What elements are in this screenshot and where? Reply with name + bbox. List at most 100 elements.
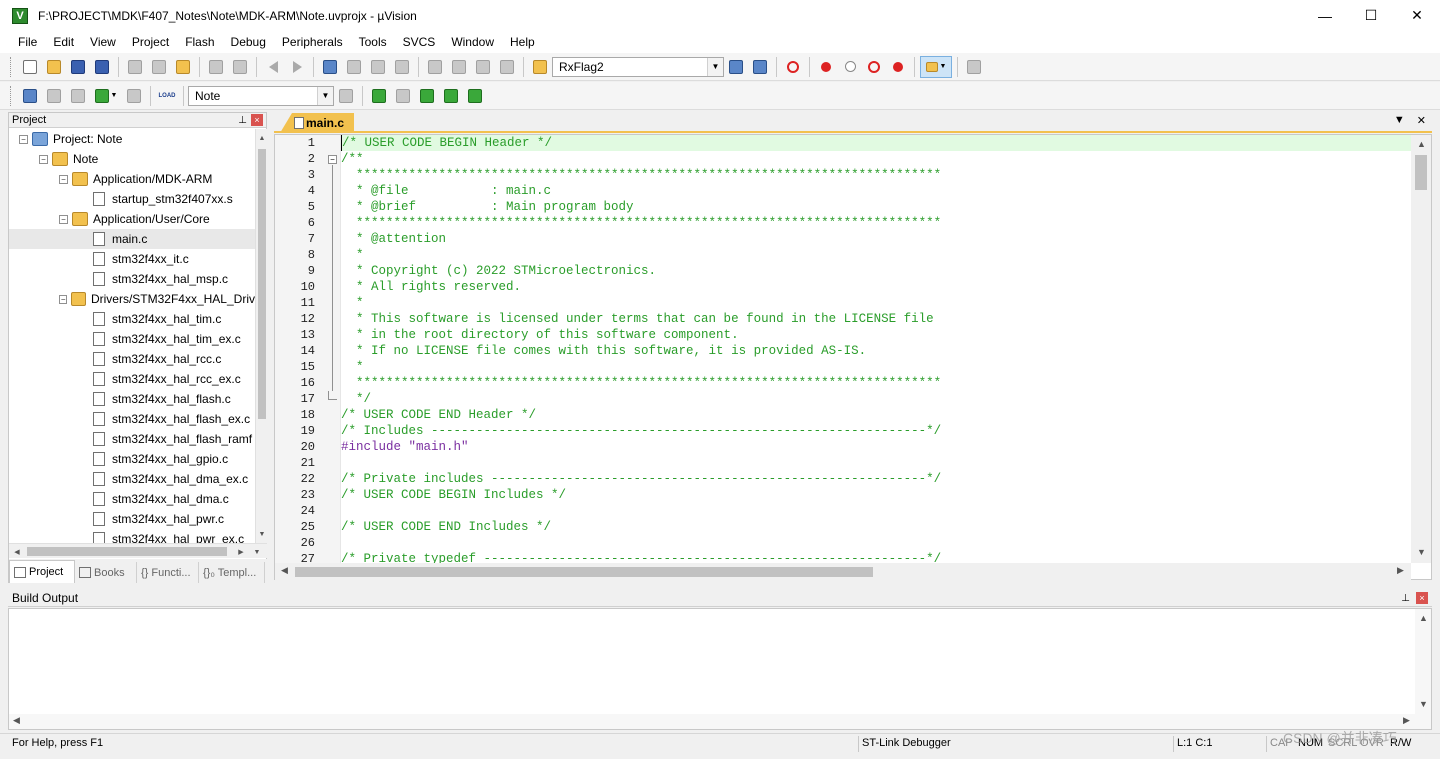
code-line[interactable]: /* USER CODE END Includes */ — [341, 519, 1411, 535]
editor-horizontal-scrollbar[interactable]: ◀ ▶ — [275, 563, 1411, 580]
build-icon[interactable] — [43, 85, 65, 107]
find-combo[interactable]: RxFlag2 ▼ — [552, 56, 724, 77]
chevron-down-icon[interactable]: ▼ — [317, 86, 333, 105]
tree-vertical-scrollbar[interactable]: ▲ ▼ — [255, 129, 267, 543]
tree-item[interactable]: stm32f4xx_hal_rcc_ex.c — [9, 369, 255, 389]
code-line[interactable]: /** — [341, 151, 1411, 167]
save-all-icon[interactable] — [91, 56, 113, 78]
tree-item[interactable]: − Project: Note — [9, 129, 255, 149]
next-bookmark-icon[interactable] — [367, 56, 389, 78]
menu-edit[interactable]: Edit — [45, 35, 82, 49]
code-line[interactable]: * All rights reserved. — [341, 279, 1411, 295]
close-button[interactable]: ✕ — [1394, 0, 1440, 31]
scroll-down-icon[interactable]: ▼ — [256, 527, 268, 541]
editor-vertical-scrollbar[interactable]: ▲ ▼ — [1411, 135, 1431, 563]
tree-item[interactable]: stm32f4xx_hal_rcc.c — [9, 349, 255, 369]
tree-item[interactable]: − Application/User/Core — [9, 209, 255, 229]
code-line[interactable]: * @attention — [341, 231, 1411, 247]
menu-flash[interactable]: Flash — [177, 35, 222, 49]
menu-peripherals[interactable]: Peripherals — [274, 35, 351, 49]
tab-templates[interactable]: {}₀ Templ... — [199, 562, 265, 583]
tree-item[interactable]: stm32f4xx_hal_pwr.c — [9, 509, 255, 529]
target-combo[interactable]: Note ▼ — [188, 85, 334, 106]
collapse-icon[interactable]: − — [39, 154, 48, 164]
code-line[interactable] — [341, 535, 1411, 551]
scroll-thumb[interactable] — [295, 567, 873, 577]
undo-icon[interactable] — [205, 56, 227, 78]
collapse-icon[interactable]: − — [59, 174, 68, 184]
code-line[interactable] — [341, 455, 1411, 471]
tree-item[interactable]: stm32f4xx_hal_dma_ex.c — [9, 469, 255, 489]
scroll-up-icon[interactable]: ▲ — [1417, 139, 1426, 149]
tree-item[interactable]: stm32f4xx_hal_flash.c — [9, 389, 255, 409]
close-tab-icon[interactable]: ✕ — [1417, 114, 1426, 127]
find-in-files-icon[interactable] — [529, 56, 551, 78]
tree-item[interactable]: stm32f4xx_hal_msp.c — [9, 269, 255, 289]
run-time-env-icon[interactable] — [464, 85, 486, 107]
tab-main-c[interactable]: main.c — [280, 113, 355, 133]
menu-help[interactable]: Help — [502, 35, 543, 49]
code-area[interactable]: /* USER CODE BEGIN Header *//** ********… — [341, 135, 1411, 563]
code-line[interactable]: /* USER CODE BEGIN Header */ — [341, 135, 1411, 151]
incremental-find-icon[interactable] — [749, 56, 771, 78]
code-editor[interactable]: 1 2 3 4 5 6 7 8 9 10 11 12 13 14 15 16 17 18 19 20 21 22 23 24 2… — [274, 134, 1432, 580]
uncomment-icon[interactable] — [496, 56, 518, 78]
code-line[interactable]: ****************************************… — [341, 167, 1411, 183]
tree-item[interactable]: main.c — [9, 229, 255, 249]
copy-icon[interactable] — [148, 56, 170, 78]
collapse-icon[interactable]: − — [59, 214, 68, 224]
disable-breakpoints-icon[interactable] — [863, 56, 885, 78]
code-line[interactable]: #include "main.h" — [341, 439, 1411, 455]
code-line[interactable]: /* Private typedef ---------------------… — [341, 551, 1411, 563]
close-panel-icon[interactable]: × — [1416, 592, 1428, 604]
scroll-down-icon[interactable]: ▼ — [1419, 699, 1428, 709]
comment-icon[interactable] — [472, 56, 494, 78]
scroll-right-icon[interactable]: ▶ — [1397, 565, 1404, 576]
toolbar-grip[interactable] — [10, 56, 14, 77]
kill-breakpoints-icon[interactable] — [887, 56, 909, 78]
code-line[interactable]: * in the root directory of this software… — [341, 327, 1411, 343]
unindent-icon[interactable] — [448, 56, 470, 78]
tree-item[interactable]: stm32f4xx_hal_tim.c — [9, 309, 255, 329]
file-extensions-icon[interactable] — [392, 85, 414, 107]
code-line[interactable]: * — [341, 247, 1411, 263]
code-line[interactable]: * This software is licensed under terms … — [341, 311, 1411, 327]
tree-item[interactable]: − Drivers/STM32F4xx_HAL_Driv — [9, 289, 255, 309]
save-icon[interactable] — [67, 56, 89, 78]
tree-item[interactable]: stm32f4xx_it.c — [9, 249, 255, 269]
tab-functions[interactable]: {} Functi... — [137, 562, 199, 583]
menu-file[interactable]: File — [10, 35, 45, 49]
code-line[interactable]: * Copyright (c) 2022 STMicroelectronics. — [341, 263, 1411, 279]
tree-item[interactable]: stm32f4xx_hal_flash_ramf — [9, 429, 255, 449]
code-line[interactable]: ****************************************… — [341, 215, 1411, 231]
menu-svcs[interactable]: SVCS — [395, 35, 444, 49]
scroll-thumb[interactable] — [27, 547, 227, 556]
menu-view[interactable]: View — [82, 35, 124, 49]
translate-icon[interactable] — [19, 85, 41, 107]
tree-item[interactable]: stm32f4xx_hal_tim_ex.c — [9, 329, 255, 349]
scroll-left-icon[interactable]: ◀ — [11, 545, 23, 559]
chevron-down-icon[interactable]: ▼ — [707, 57, 723, 76]
fold-collapse-icon[interactable]: − — [328, 155, 337, 164]
pin-icon[interactable]: ⊥ — [1401, 593, 1410, 604]
tree-item[interactable]: stm32f4xx_hal_pwr_ex.c — [9, 529, 255, 543]
menu-debug[interactable]: Debug — [223, 35, 274, 49]
build-output-area[interactable]: ▲ ▼ ◀ ▶ — [8, 608, 1432, 730]
code-line[interactable]: /* Includes ----------------------------… — [341, 423, 1411, 439]
scroll-down-icon[interactable]: ▼ — [251, 545, 263, 559]
indent-icon[interactable] — [424, 56, 446, 78]
nav-forward-icon[interactable] — [286, 56, 308, 78]
code-line[interactable]: /* USER CODE END Header */ — [341, 407, 1411, 423]
build-output-vertical-scrollbar[interactable]: ▲ ▼ — [1415, 609, 1431, 714]
new-file-icon[interactable] — [19, 56, 41, 78]
code-line[interactable]: ****************************************… — [341, 375, 1411, 391]
minimize-button[interactable]: — — [1302, 0, 1348, 31]
scroll-left-icon[interactable]: ◀ — [281, 565, 288, 576]
clear-bookmarks-icon[interactable] — [391, 56, 413, 78]
maximize-button[interactable]: ☐ — [1348, 0, 1394, 31]
find-icon[interactable] — [725, 56, 747, 78]
tree-item[interactable]: startup_stm32f407xx.s — [9, 189, 255, 209]
window-layout-icon[interactable]: ▼ — [920, 55, 952, 78]
code-line[interactable]: * @file : main.c — [341, 183, 1411, 199]
tab-books[interactable]: Books — [75, 562, 137, 583]
